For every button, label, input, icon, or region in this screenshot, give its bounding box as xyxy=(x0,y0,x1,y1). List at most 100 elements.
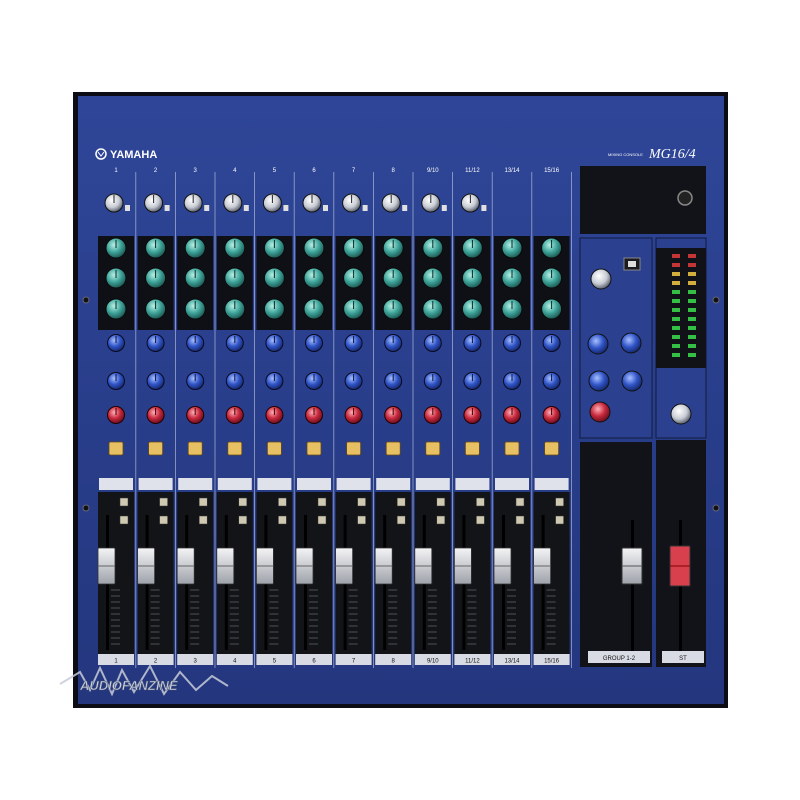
stereo-assign-button[interactable] xyxy=(198,515,208,525)
group-assign-button[interactable] xyxy=(119,497,129,507)
brand-name: YAMAHA xyxy=(110,149,157,161)
meter-led xyxy=(688,344,696,348)
phones-jack[interactable] xyxy=(677,190,693,206)
group-assign-button[interactable] xyxy=(555,497,564,507)
pad-switch[interactable] xyxy=(323,205,328,211)
stereo-assign-button[interactable] xyxy=(396,515,406,525)
group-fader-label: GROUP 1-2 xyxy=(603,656,636,662)
group-assign-button[interactable] xyxy=(159,497,168,507)
meter-led xyxy=(688,281,696,285)
channel-number-top: 15/16 xyxy=(544,168,560,174)
channel-on-button[interactable] xyxy=(504,441,520,456)
stereo-assign-button[interactable] xyxy=(357,515,366,525)
effect-return-knob[interactable] xyxy=(621,370,643,392)
stereo-assign-button[interactable] xyxy=(238,515,248,525)
channel-on-button[interactable] xyxy=(108,441,124,456)
channel-on-button[interactable] xyxy=(346,441,362,456)
channel-on-button[interactable] xyxy=(385,441,401,456)
scribble-strip xyxy=(534,478,569,490)
group-assign-button[interactable] xyxy=(198,497,208,507)
channel-number-top: 13/14 xyxy=(504,168,520,174)
group-assign-button[interactable] xyxy=(396,497,406,507)
pad-switch[interactable] xyxy=(402,205,408,211)
meter-led xyxy=(672,326,680,330)
aux1-master-knob[interactable] xyxy=(587,333,609,355)
meter-led xyxy=(672,290,680,294)
group-assign-button[interactable] xyxy=(515,497,525,507)
model-name: MG16/4 xyxy=(648,147,696,162)
channel-number-top: 11/12 xyxy=(465,168,480,174)
stereo-assign-button[interactable] xyxy=(515,515,525,525)
channel-on-button[interactable] xyxy=(187,441,203,456)
meter-led xyxy=(688,317,696,321)
meter-led xyxy=(672,308,680,312)
meter-led xyxy=(688,254,696,258)
pad-switch[interactable] xyxy=(243,205,249,211)
meter-led xyxy=(672,254,680,258)
channel-on-button[interactable] xyxy=(425,441,441,456)
mixing-console: YAMAHA MIXING CONSOLE MG16/4 11223344556… xyxy=(59,92,728,708)
stereo-assign-button[interactable] xyxy=(278,515,287,525)
meter-led xyxy=(688,299,696,303)
meter-led xyxy=(688,272,696,276)
stereo-assign-button[interactable] xyxy=(317,515,327,525)
meter-led xyxy=(672,281,680,285)
scribble-strip xyxy=(376,478,411,490)
group-assign-button[interactable] xyxy=(357,497,366,507)
stereo-fader-label: ST xyxy=(679,656,687,662)
meter-led xyxy=(672,272,680,276)
meter-led xyxy=(688,326,696,330)
effect-send-knob[interactable] xyxy=(588,370,610,392)
scribble-strip xyxy=(336,478,371,490)
channel-on-button[interactable] xyxy=(306,441,322,456)
meter-led xyxy=(672,263,680,267)
scribble-strip xyxy=(455,478,490,490)
pad-switch[interactable] xyxy=(204,205,210,211)
group-assign-button[interactable] xyxy=(317,497,327,507)
stereo-assign-button[interactable] xyxy=(555,515,564,525)
group-assign-button[interactable] xyxy=(238,497,248,507)
scribble-strip xyxy=(495,478,529,490)
channel-on-button[interactable] xyxy=(227,441,243,456)
group-assign-button[interactable] xyxy=(278,497,287,507)
channel-number-top: 9/10 xyxy=(427,168,439,174)
meter-led xyxy=(672,299,680,303)
channel-on-button[interactable] xyxy=(148,441,164,456)
channel-number-bottom: 13/14 xyxy=(504,659,520,665)
stereo-assign-button[interactable] xyxy=(119,515,129,525)
meter-led xyxy=(688,290,696,294)
channel-on-button[interactable] xyxy=(544,441,559,456)
scribble-strip xyxy=(138,478,173,490)
watermark-text: AUDIOFANZINE xyxy=(79,678,178,693)
pad-switch[interactable] xyxy=(283,205,289,211)
meter-led xyxy=(672,317,680,321)
brand-subtitle: MIXING CONSOLE xyxy=(608,152,643,157)
level-meter xyxy=(656,248,706,368)
stereo-assign-button[interactable] xyxy=(436,515,446,525)
pad-switch[interactable] xyxy=(362,205,368,211)
stereo-aux-return-knob[interactable] xyxy=(590,268,612,290)
aux2-master-knob[interactable] xyxy=(620,332,642,354)
stereo-assign-button[interactable] xyxy=(159,515,168,525)
group-assign-button[interactable] xyxy=(476,497,485,507)
stereo-assign-button[interactable] xyxy=(476,515,485,525)
meter-led xyxy=(688,308,696,312)
scribble-strip xyxy=(415,478,450,490)
channel-on-button[interactable] xyxy=(266,441,282,456)
meter-led xyxy=(672,335,680,339)
channel-on-button[interactable] xyxy=(464,441,480,456)
scribble-strip xyxy=(217,478,252,490)
pad-switch[interactable] xyxy=(164,205,170,211)
return-level-knob[interactable] xyxy=(589,401,611,423)
pad-switch[interactable] xyxy=(441,205,447,211)
pad-switch[interactable] xyxy=(125,205,130,211)
channel-number-bottom: 11/12 xyxy=(465,659,480,665)
group-assign-button[interactable] xyxy=(436,497,446,507)
channel-number-bottom: 9/10 xyxy=(427,659,439,665)
pad-switch[interactable] xyxy=(481,205,487,211)
scribble-strip xyxy=(257,478,292,490)
scribble-strip xyxy=(99,478,133,490)
phones-level-knob[interactable] xyxy=(670,403,692,425)
stereo-fader-slot xyxy=(679,520,682,660)
channel-number-bottom: 15/16 xyxy=(544,659,560,665)
